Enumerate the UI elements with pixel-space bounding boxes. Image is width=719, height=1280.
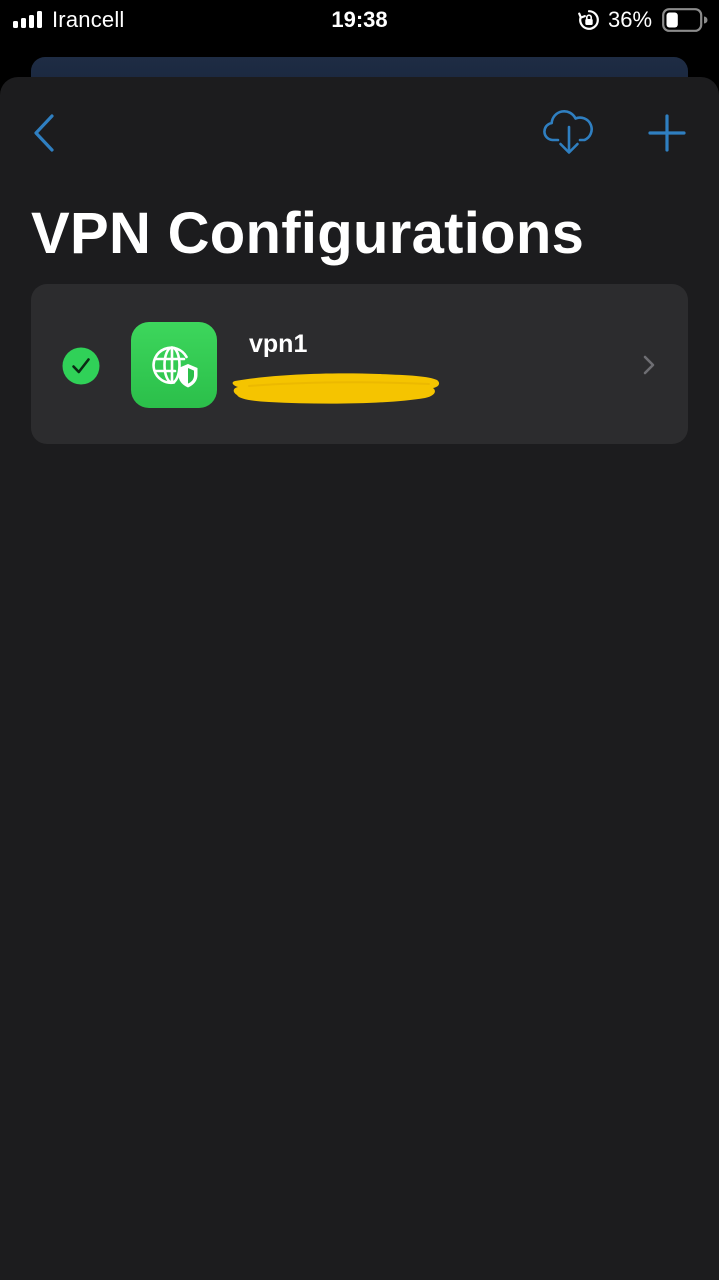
download-config-button[interactable] <box>540 108 598 158</box>
battery-icon <box>662 8 708 32</box>
back-button[interactable] <box>30 113 60 153</box>
globe-shield-icon <box>152 346 198 388</box>
cloud-download-icon <box>543 110 593 154</box>
page-title: VPN Configurations <box>31 201 585 266</box>
vpn-config-row[interactable]: vpn1 <box>31 284 688 444</box>
redacted-server-detail <box>232 373 440 404</box>
vpn-app-icon <box>131 322 217 408</box>
add-config-button[interactable] <box>646 112 688 154</box>
rotation-lock-icon <box>578 10 599 30</box>
screen: Irancell 19:38 36% VPN Configurations vp… <box>0 0 719 1280</box>
chevron-right-icon <box>643 355 655 375</box>
battery-percent: 36% <box>608 7 653 32</box>
chevron-left-icon <box>34 114 54 152</box>
plus-icon <box>648 114 686 152</box>
checkmark-circle-icon[interactable] <box>62 347 100 385</box>
vpn-name: vpn1 <box>249 330 308 358</box>
status-bar: Irancell 19:38 36% <box>0 0 719 40</box>
